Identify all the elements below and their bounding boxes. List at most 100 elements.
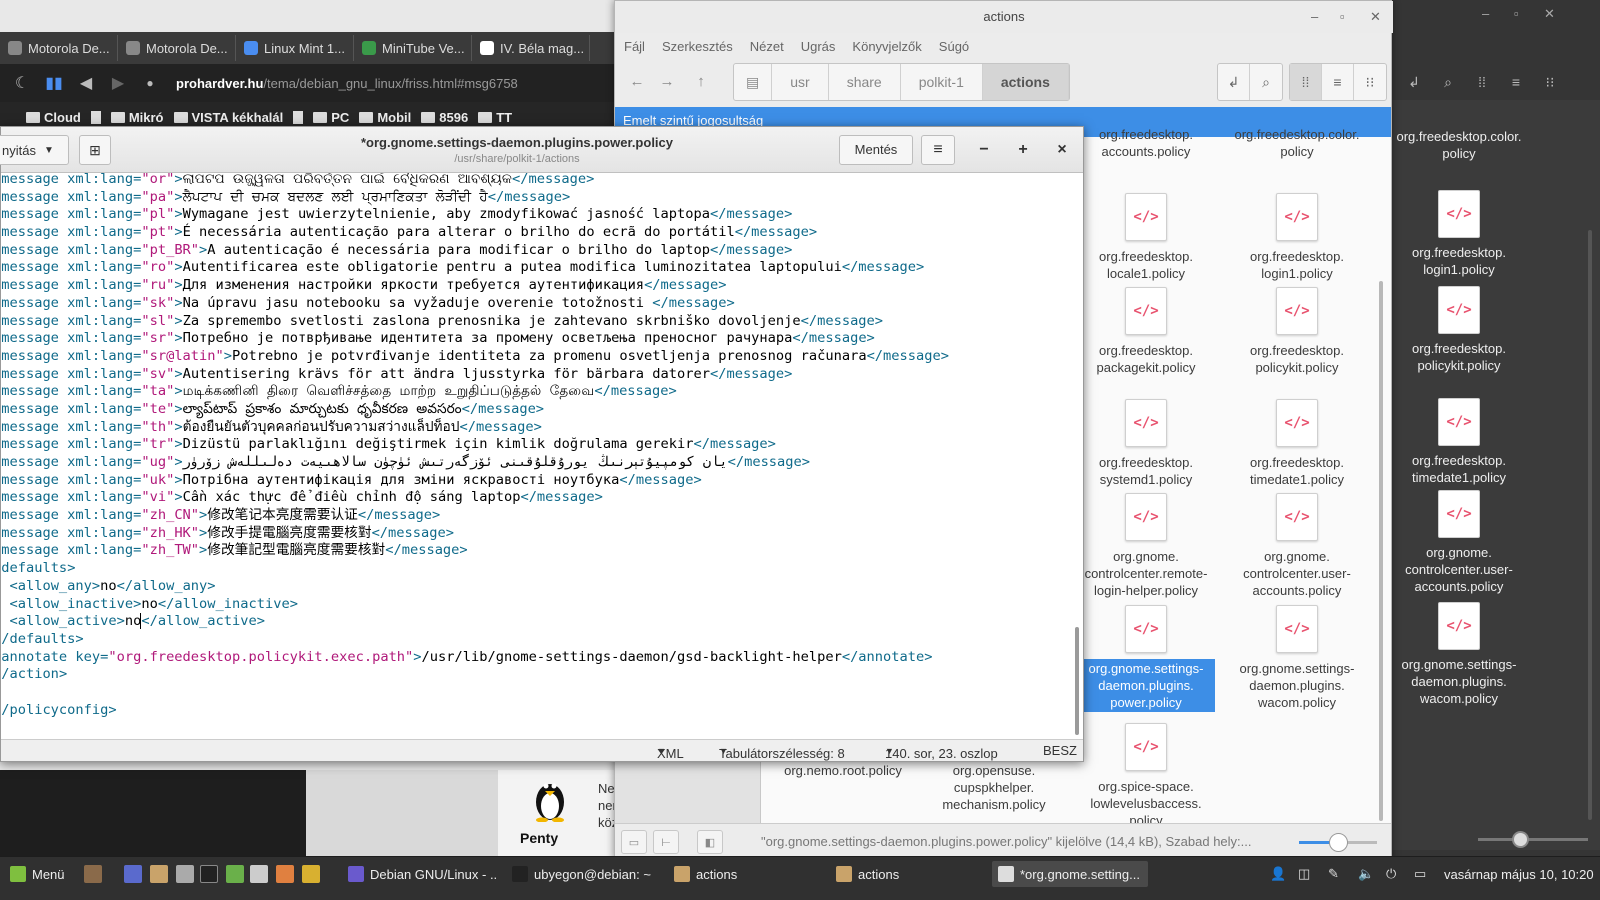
list-view-icon[interactable]: ≡ [1504, 70, 1528, 94]
scrollbar[interactable] [1588, 230, 1592, 820]
app-launcher-icon[interactable] [226, 865, 244, 883]
save-button[interactable]: Mentés [839, 135, 913, 165]
breadcrumb-actions[interactable]: actions [982, 64, 1069, 100]
menu-item[interactable]: Könyvjelzők [852, 39, 921, 54]
location-toggle-icon[interactable]: ↲ [1402, 70, 1426, 94]
forward-icon[interactable]: → [651, 63, 683, 99]
zoom-slider-handle[interactable] [1329, 833, 1348, 852]
bookmark-item[interactable]: PC [313, 110, 349, 125]
close-icon[interactable]: × [1052, 141, 1072, 159]
file-item[interactable]: org.freedesktop.color. policy [1228, 125, 1366, 161]
file-item[interactable]: </> org.freedesktop. policykit.policy [1384, 286, 1534, 374]
user-icon[interactable]: 👤 [1270, 866, 1286, 882]
browser-tab[interactable]: Motorola De... [0, 35, 118, 61]
file-item[interactable]: </> org.freedesktop. timedate1.policy [1228, 399, 1366, 489]
tool-launcher-icon[interactable] [302, 865, 320, 883]
new-document-button[interactable]: ⊞ [79, 135, 111, 165]
start-menu-button[interactable]: Menü [4, 861, 71, 887]
search-icon[interactable]: ⌕ [1250, 64, 1282, 100]
file-item[interactable]: </> org.gnome. controlcenter.user- accoun… [1384, 490, 1534, 595]
back-icon[interactable]: ◀ [74, 73, 98, 93]
taskbar-window-button[interactable]: ubyegon@debian: ~ [506, 861, 662, 887]
file-item[interactable]: org.freedesktop. accounts.policy [1077, 125, 1215, 161]
file-item[interactable]: org.nemo.root.policy [774, 761, 912, 780]
network-icon[interactable]: ◫ [1298, 866, 1310, 882]
taskbar-window-button[interactable]: Debian GNU/Linux - ... [342, 861, 498, 887]
icon-view-icon[interactable]: ⁞⁞ [1470, 70, 1494, 94]
search-icon[interactable]: ⌕ [1436, 70, 1460, 94]
breadcrumb-share[interactable]: share [829, 64, 901, 100]
hamburger-menu-icon[interactable]: ≡ [921, 135, 955, 165]
page-icon[interactable] [293, 110, 304, 124]
back-icon[interactable]: ← [621, 63, 653, 99]
minimize-icon[interactable]: – [1311, 9, 1318, 24]
file-item[interactable]: </> org.freedesktop. systemd1.policy [1077, 399, 1215, 489]
pen-icon[interactable]: ✎ [1328, 866, 1339, 882]
file-item[interactable]: </> org.freedesktop. login1.policy [1228, 193, 1366, 283]
browser-tab[interactable]: Linux Mint 1... [236, 35, 354, 61]
sidebar-toggle-icon[interactable]: ◧ [697, 830, 723, 854]
maximize-icon[interactable]: + [1013, 141, 1033, 159]
files-launcher-icon[interactable] [150, 865, 168, 883]
image-launcher-icon[interactable] [276, 865, 294, 883]
bookmark-item[interactable]: Mobil [359, 110, 411, 125]
file-item[interactable]: </> org.freedesktop. timedate1.policy [1384, 398, 1534, 486]
compact-view-icon[interactable]: ⁝⁝ [1538, 70, 1562, 94]
file-item[interactable]: </> org.freedesktop. packagekit.policy [1077, 287, 1215, 377]
drive-icon[interactable]: ▤ [734, 64, 773, 100]
bookmark-item[interactable]: VISTA kékhalál [173, 110, 283, 125]
tree-icon[interactable]: ⊢ [653, 830, 679, 854]
taskbar-window-button[interactable]: actions [668, 861, 824, 887]
maximize-icon[interactable]: ▫ [1514, 6, 1519, 21]
battery-icon[interactable]: ▭ [1414, 866, 1426, 882]
minimize-icon[interactable]: − [974, 141, 994, 159]
minimize-icon[interactable]: – [1482, 6, 1489, 21]
location-toggle-icon[interactable]: ↲ [1218, 64, 1250, 100]
code-editor[interactable]: <message xml:lang="or">ଲାପଟପ ଉଜ୍ଜ୍ୱଳତା ପ… [1, 173, 1071, 739]
file-item[interactable]: </> org.spice-space. lowlevelusbaccess. p… [1077, 723, 1215, 830]
file-item[interactable]: </> org.freedesktop. locale1.policy [1077, 193, 1215, 283]
show-desktop-icon[interactable] [84, 865, 102, 883]
zoom-slider-handle[interactable] [1512, 831, 1529, 848]
url-bar[interactable]: prohardver.hu/tema/debian_gnu_linux/fris… [176, 76, 518, 91]
menu-item[interactable]: Ugrás [801, 39, 836, 54]
editor-launcher-icon[interactable] [250, 865, 268, 883]
browser-menu-icon[interactable]: ☾ [10, 73, 34, 93]
menu-item[interactable]: Fájl [624, 39, 645, 54]
scrollbar[interactable] [1075, 627, 1079, 735]
close-icon[interactable]: ✕ [1544, 6, 1555, 22]
terminal-launcher-icon[interactable] [200, 865, 218, 883]
up-icon[interactable]: ↑ [685, 63, 717, 99]
breadcrumb-polkit[interactable]: polkit-1 [901, 64, 983, 100]
places-icon[interactable]: ▭ [621, 830, 647, 854]
stats-icon[interactable]: ▮▮ [42, 73, 66, 93]
taskbar-window-button[interactable]: actions [830, 861, 986, 887]
power-icon[interactable]: ⏻ [1386, 866, 1396, 882]
browser-tab[interactable]: IV. Béla mag... [472, 35, 590, 61]
insert-mode-indicator[interactable]: BESZ [1043, 743, 1077, 758]
page-icon[interactable] [90, 110, 101, 124]
list-view-icon[interactable]: ≡ [1322, 64, 1354, 100]
file-item[interactable]: </> org.gnome. controlcenter.remote- logi… [1077, 493, 1215, 600]
bookmark-item[interactable]: Cloud [26, 110, 81, 125]
file-item[interactable]: </> org.gnome.settings- daemon.plugins. p… [1077, 605, 1215, 712]
file-item[interactable]: </> org.gnome.settings- daemon.plugins. w… [1228, 605, 1366, 712]
compact-view-icon[interactable]: ⁝⁝ [1354, 64, 1386, 100]
file-item[interactable]: org.freedesktop.color. policy [1384, 128, 1534, 162]
menu-item[interactable]: Súgó [939, 39, 969, 54]
icon-view-icon[interactable]: ⁞⁞ [1290, 64, 1322, 100]
zoom-slider[interactable] [1478, 838, 1588, 841]
bookmark-item[interactable]: 8596 [421, 110, 468, 125]
file-item[interactable]: </> org.gnome. controlcenter.user- accoun… [1228, 493, 1366, 600]
file-item[interactable]: </> org.freedesktop. policykit.policy [1228, 287, 1366, 377]
file-item[interactable]: </> org.freedesktop. login1.policy [1384, 190, 1534, 278]
browser-launcher-icon[interactable] [124, 865, 142, 883]
file-item[interactable]: org.opensuse. cupspkhelper. mechanism.po… [925, 761, 1063, 814]
file-item[interactable]: </> org.gnome.settings- daemon.plugins. w… [1384, 602, 1534, 707]
taskbar-window-button[interactable]: *org.gnome.setting... [992, 861, 1148, 887]
browser-tab[interactable]: MiniTube Ve... [354, 35, 472, 61]
open-button[interactable]: nyitás ▼ [0, 135, 69, 165]
bookmark-item[interactable]: Mikró [110, 110, 164, 125]
forward-icon[interactable]: ▶ [106, 73, 130, 93]
volume-icon[interactable]: 🔈 [1358, 866, 1374, 882]
